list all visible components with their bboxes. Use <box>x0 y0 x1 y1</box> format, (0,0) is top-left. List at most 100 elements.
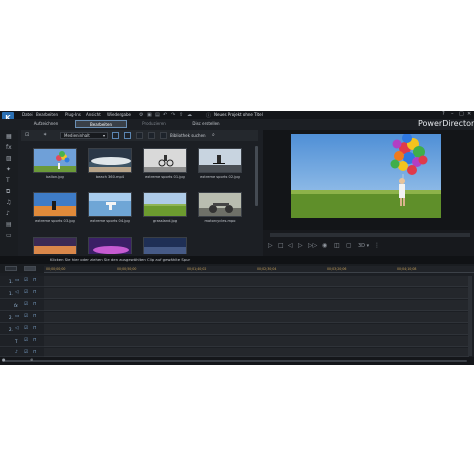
track-enable-checkbox[interactable]: ☑ <box>24 302 28 307</box>
help-icon[interactable]: ? <box>442 111 445 117</box>
fullscreen-icon[interactable]: ▢ <box>346 242 352 249</box>
image-filter-icon[interactable] <box>124 132 131 139</box>
track-enable-checkbox[interactable]: ☑ <box>24 278 28 283</box>
timeline-view-button[interactable] <box>5 266 17 271</box>
chapter-room-icon[interactable]: ▤ <box>6 221 12 228</box>
grassland-thumbnail-image <box>144 193 186 216</box>
playback-scrubber[interactable] <box>270 233 470 237</box>
transition-room-icon[interactable]: ⧉ <box>6 188 10 196</box>
plugins-icon[interactable]: ✶ <box>43 132 47 138</box>
menu-datei[interactable]: Datei <box>22 112 33 117</box>
media-thumbnail[interactable] <box>143 148 187 173</box>
media-thumbnail[interactable] <box>33 237 77 254</box>
timeline-vertical-scrollbar[interactable] <box>468 276 472 356</box>
lock-icon[interactable]: ⊓ <box>33 302 37 307</box>
lock-icon[interactable]: ⊓ <box>33 338 37 343</box>
view-mode-icon[interactable] <box>148 132 155 139</box>
media-thumbnail[interactable] <box>88 192 132 217</box>
media-thumbnail[interactable] <box>198 148 242 173</box>
media-thumbnail[interactable] <box>143 192 187 217</box>
sunset-thumbnail-image <box>34 238 76 254</box>
ruler-tick: 00;02;30;04 <box>257 267 277 271</box>
track-lane[interactable] <box>44 312 469 323</box>
pip-room-icon[interactable]: ▨ <box>6 155 12 162</box>
next-frame-icon[interactable]: ▷ <box>298 242 303 249</box>
search-icon[interactable]: ⌕ <box>212 132 215 138</box>
library-filter-dropdown[interactable]: Medieninhalt ▾ <box>60 132 108 139</box>
track-enable-checkbox[interactable]: ☑ <box>24 314 28 319</box>
tab-disc-erstellen[interactable]: Disc erstellen <box>182 120 230 128</box>
media-thumbnail[interactable] <box>33 192 77 217</box>
lock-icon[interactable]: ⊓ <box>33 290 37 295</box>
media-thumbnail[interactable] <box>198 192 242 217</box>
redo-icon[interactable]: ↷ <box>171 112 175 118</box>
stop-icon[interactable]: □ <box>278 242 284 249</box>
media-thumbnail[interactable] <box>88 237 132 254</box>
mode-bar <box>0 119 474 130</box>
close-icon[interactable]: ✕ <box>467 111 471 117</box>
track-lane[interactable] <box>44 324 469 335</box>
track-enable-checkbox[interactable]: ☑ <box>24 338 28 343</box>
audio-mix-icon[interactable]: ♫ <box>6 199 11 206</box>
video-filter-icon[interactable] <box>112 132 119 139</box>
track-lane[interactable] <box>44 336 469 347</box>
media-room-icon[interactable]: ▦ <box>6 133 12 140</box>
cloud-icon[interactable]: ☁ <box>187 112 192 118</box>
track-enable-checkbox[interactable]: ☑ <box>24 350 28 355</box>
play-icon[interactable]: ▷ <box>268 242 273 249</box>
tab-bearbeiten[interactable]: Bearbeiten <box>75 120 127 128</box>
media-thumbnail[interactable] <box>33 148 77 173</box>
track-enable-checkbox[interactable]: ☑ <box>24 290 28 295</box>
zoom-out-icon[interactable]: ● <box>2 357 6 362</box>
track-lane[interactable] <box>44 348 469 357</box>
info-icon[interactable]: ⓘ <box>206 112 211 119</box>
track-header <box>0 312 44 323</box>
undo-icon[interactable]: ↶ <box>163 112 167 118</box>
audio-track-icon: ◁ <box>15 290 19 295</box>
title-room-icon[interactable]: T <box>6 177 10 184</box>
subtitle-room-icon[interactable]: ▭ <box>6 232 12 239</box>
track-lane[interactable] <box>44 300 469 311</box>
prev-frame-icon[interactable]: ◁ <box>288 242 293 249</box>
volume-icon[interactable]: ◫ <box>334 242 340 249</box>
upload-icon[interactable]: ⇪ <box>179 112 183 118</box>
storyboard-view-button[interactable] <box>24 266 36 271</box>
lock-icon[interactable]: ⊓ <box>33 278 37 283</box>
zoom-in-icon[interactable]: ⊕ <box>30 357 33 362</box>
tab-aufzeichnen[interactable]: Aufzeichnen <box>26 120 66 128</box>
voice-over-icon[interactable]: ♪ <box>6 210 10 217</box>
lock-icon[interactable]: ⊓ <box>33 326 37 331</box>
track-label: 2. <box>9 327 13 332</box>
lock-icon[interactable]: ⊓ <box>33 314 37 319</box>
display-options-icon[interactable]: ⋮ <box>374 242 380 249</box>
fast-forward-icon[interactable]: ▷▷ <box>308 242 317 249</box>
track-lane[interactable] <box>44 276 469 287</box>
media-label: beach 360.mp4 <box>95 175 125 179</box>
menu-plugins[interactable]: Plug-Ins <box>65 112 81 117</box>
tab-produzieren[interactable]: Produzieren <box>134 120 174 128</box>
menu-bearbeiten[interactable]: Bearbeiten <box>36 112 58 117</box>
library-scrollbar[interactable] <box>255 146 258 206</box>
open-icon[interactable]: ▣ <box>147 112 152 118</box>
media-thumbnail[interactable] <box>88 148 132 173</box>
particle-room-icon[interactable]: ✦ <box>6 166 11 173</box>
menu-ansicht[interactable]: Ansicht <box>86 112 101 117</box>
preview-window[interactable] <box>291 134 441 218</box>
save-icon[interactable]: ▤ <box>155 112 160 118</box>
settings-icon[interactable]: ⚙ <box>139 112 143 118</box>
audio-filter-icon[interactable] <box>136 132 143 139</box>
track-enable-checkbox[interactable]: ☑ <box>24 326 28 331</box>
sort-icon[interactable] <box>160 132 167 139</box>
minimize-icon[interactable]: – <box>451 111 454 117</box>
lock-icon[interactable]: ⊓ <box>33 350 37 355</box>
import-icon[interactable]: ⊡ <box>25 132 29 138</box>
menu-wiedergabe[interactable]: Wiedergabe <box>107 112 131 117</box>
track-header <box>0 276 44 287</box>
fx-room-icon[interactable]: fx <box>6 144 12 151</box>
track-lane[interactable] <box>44 288 469 299</box>
timeline-horizontal-scrollbar[interactable] <box>2 360 467 362</box>
3d-toggle-icon[interactable]: 3D ▾ <box>358 243 369 249</box>
maximize-icon[interactable]: □ <box>459 111 464 117</box>
media-thumbnail[interactable] <box>143 237 187 254</box>
snapshot-icon[interactable]: ◉ <box>322 242 327 249</box>
